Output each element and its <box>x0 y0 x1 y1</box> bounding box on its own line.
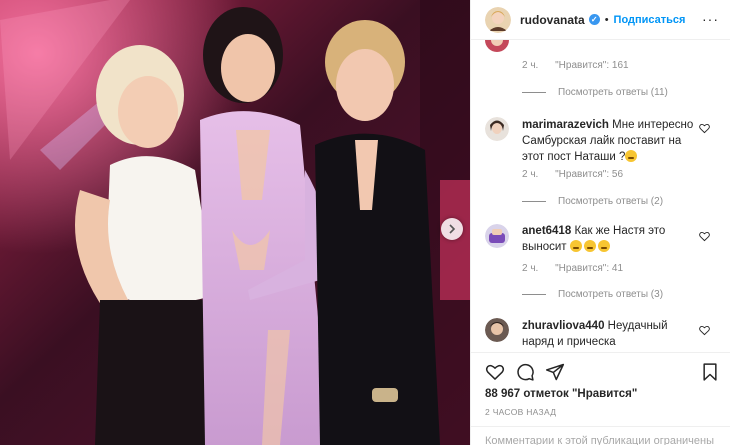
comment-icon[interactable] <box>515 362 535 382</box>
comment-username[interactable]: anet6418 <box>522 225 571 237</box>
view-replies-label: Посмотреть ответы (3) <box>558 289 664 300</box>
comment-likes[interactable]: "Нравится": 161 <box>555 60 628 71</box>
view-replies-button[interactable]: Посмотреть ответы (11) <box>522 87 668 98</box>
comment-like-heart-icon[interactable] <box>699 325 710 336</box>
comment-avatar-image <box>485 224 509 248</box>
bookmark-icon[interactable] <box>700 362 720 382</box>
view-replies-button[interactable]: Посмотреть ответы (2) <box>522 196 663 207</box>
share-icon[interactable] <box>545 362 565 382</box>
comment-meta: 2 ч. "Нравится": 56 <box>522 169 637 180</box>
comment-like-heart-icon[interactable] <box>699 123 710 134</box>
comment-avatar[interactable] <box>485 224 509 248</box>
post-side-panel: rudovanata ✓ • Подписаться ··· 2 ч. "Нра… <box>470 0 730 445</box>
next-photo-button[interactable] <box>441 218 463 240</box>
author-avatar-image <box>485 6 511 33</box>
emoji-icon <box>597 240 610 252</box>
replies-line <box>522 92 546 93</box>
view-replies-button[interactable]: Посмотреть ответы (3) <box>522 289 663 300</box>
header-separator: • <box>604 13 609 26</box>
chevron-right-icon <box>449 224 456 234</box>
comment-text-block: marimarazevich Мне интересно Самбурская … <box>522 117 698 165</box>
more-options-button[interactable]: ··· <box>702 12 719 26</box>
emoji-icon <box>583 240 596 252</box>
comment-username[interactable]: zhuravliova440 <box>522 320 604 332</box>
comments-restricted-notice: Комментарии к этой публикации ограничены <box>485 435 714 445</box>
replies-line <box>522 201 546 202</box>
verified-badge-icon: ✓ <box>588 14 600 25</box>
author-avatar[interactable] <box>485 6 511 33</box>
comment-meta: 2 ч. "Нравится": 41 <box>522 263 637 274</box>
post-timestamp[interactable]: 2 ЧАСОВ НАЗАД <box>485 407 556 417</box>
post-photo-image <box>0 0 470 445</box>
follow-button[interactable]: Подписаться <box>614 14 686 26</box>
comment-text-block: anet6418 Как же Настя это выносит <box>522 223 698 255</box>
author-username[interactable]: rudovanata <box>520 13 585 27</box>
view-replies-label: Посмотреть ответы (11) <box>558 87 668 98</box>
comment-time: 2 ч. <box>522 60 539 71</box>
likes-count[interactable]: 88 967 отметок "Нравится" <box>485 388 637 400</box>
comment-time: 2 ч. <box>522 263 539 274</box>
comment-likes[interactable]: "Нравится": 56 <box>555 169 623 180</box>
comment-avatar[interactable] <box>485 318 509 342</box>
post-photo[interactable] <box>0 0 470 445</box>
view-replies-label: Посмотреть ответы (2) <box>558 196 664 207</box>
comment-text-block: zhuravliova440 Неудачный наряд и прическ… <box>522 318 698 348</box>
emoji-icon <box>569 240 582 252</box>
comment-avatar[interactable] <box>485 40 509 52</box>
comment-likes[interactable]: "Нравится": 41 <box>555 263 623 274</box>
emoji-icon <box>625 150 638 162</box>
post-actions-bar <box>471 352 730 386</box>
replies-line <box>522 294 546 295</box>
post-header: rudovanata ✓ • Подписаться ··· <box>471 0 730 40</box>
comment-time: 2 ч. <box>522 169 539 180</box>
comment-avatar-image <box>485 318 509 342</box>
heart-icon[interactable] <box>485 362 505 382</box>
add-comment-area: Комментарии к этой публикации ограничены <box>471 426 730 445</box>
comment-avatar[interactable] <box>485 117 509 141</box>
comment-like-heart-icon[interactable] <box>699 231 710 242</box>
comment-avatar-image <box>485 40 509 52</box>
comment-meta: 2 ч. "Нравится": 161 <box>522 60 643 71</box>
comment-username[interactable]: marimarazevich <box>522 119 609 131</box>
comments-list[interactable]: 2 ч. "Нравится": 161 Посмотреть ответы (… <box>471 40 730 348</box>
comment-avatar-image <box>485 117 509 141</box>
